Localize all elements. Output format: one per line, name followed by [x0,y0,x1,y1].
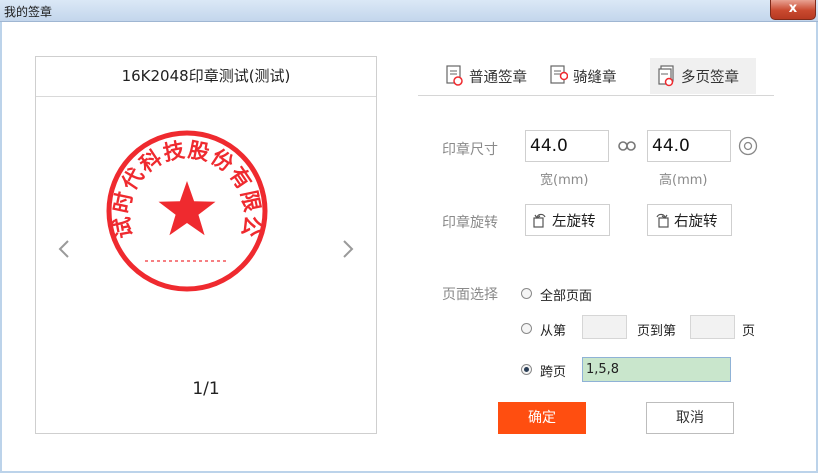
all-pages-label: 全部页面 [540,289,593,304]
page-select-label: 页面选择 [442,287,498,303]
all-pages-radio[interactable] [521,288,532,299]
tab-multi-page-sign[interactable]: 多页签章 [650,58,756,94]
seal-height-input[interactable]: 44.0 [647,130,731,162]
tab-normal-sign-label: 普通签章 [469,69,527,86]
skip-pages-input[interactable]: 1,5,8 [582,357,731,382]
page-range-end-input[interactable] [690,315,735,339]
cancel-button[interactable]: 取消 [646,402,734,434]
height-caption: 高(mm) [659,173,708,188]
page-range-to-label: 页到第 [637,324,677,339]
sign-mode-tabs: 普通签章 骑缝章 多页签章 [418,56,774,96]
skip-pages-label: 跨页 [540,365,567,380]
window-title: 我的签章 [4,5,53,19]
next-page-icon[interactable] [340,239,356,263]
width-caption: 宽(mm) [540,173,589,188]
page-range-start-input[interactable] [582,315,627,339]
page-range-from-label: 从第 [540,324,567,339]
rotate-left-button[interactable]: 左旋转 [525,204,610,236]
document-seal-icon [446,65,463,86]
close-button[interactable]: x [770,0,816,20]
tab-normal-sign[interactable]: 普通签章 [446,58,538,94]
seal-preview-panel: 16K2048印章测试(测试) 测试时代科技股份有限公司 1/1 [35,56,377,434]
seal-width-input[interactable]: 44.0 [525,130,609,162]
seal-size-label: 印章尺寸 [442,142,498,158]
title-bar: 我的签章 x [0,0,818,22]
rotate-left-icon [533,213,546,228]
prev-page-icon[interactable] [56,239,72,263]
rotate-right-button[interactable]: 右旋转 [647,204,732,236]
rotate-right-label: 右旋转 [674,213,718,230]
seam-seal-icon [550,65,568,84]
seal-rotate-label: 印章旋转 [442,215,498,231]
rotate-left-label: 左旋转 [552,213,596,230]
page-range-suffix: 页 [742,324,756,339]
seal-star-icon [158,181,216,236]
seal-name: 16K2048印章测试(测试) [36,57,376,97]
seal-image: 测试时代科技股份有限公司 [94,109,269,293]
link-icon[interactable] [618,140,636,152]
rotate-right-icon [656,213,669,228]
tab-seam-sign-label: 骑缝章 [573,69,617,86]
tab-seam-sign[interactable]: 骑缝章 [550,58,634,94]
reset-size-icon[interactable] [738,136,758,156]
page-range-radio[interactable] [521,323,532,334]
ok-button[interactable]: 确定 [498,402,586,434]
dialog-body: 16K2048印章测试(测试) 测试时代科技股份有限公司 1/1 [2,22,816,471]
tab-multi-page-sign-label: 多页签章 [681,69,739,86]
multi-page-seal-icon [658,65,674,87]
skip-pages-radio[interactable] [521,364,532,375]
page-counter: 1/1 [192,379,220,399]
